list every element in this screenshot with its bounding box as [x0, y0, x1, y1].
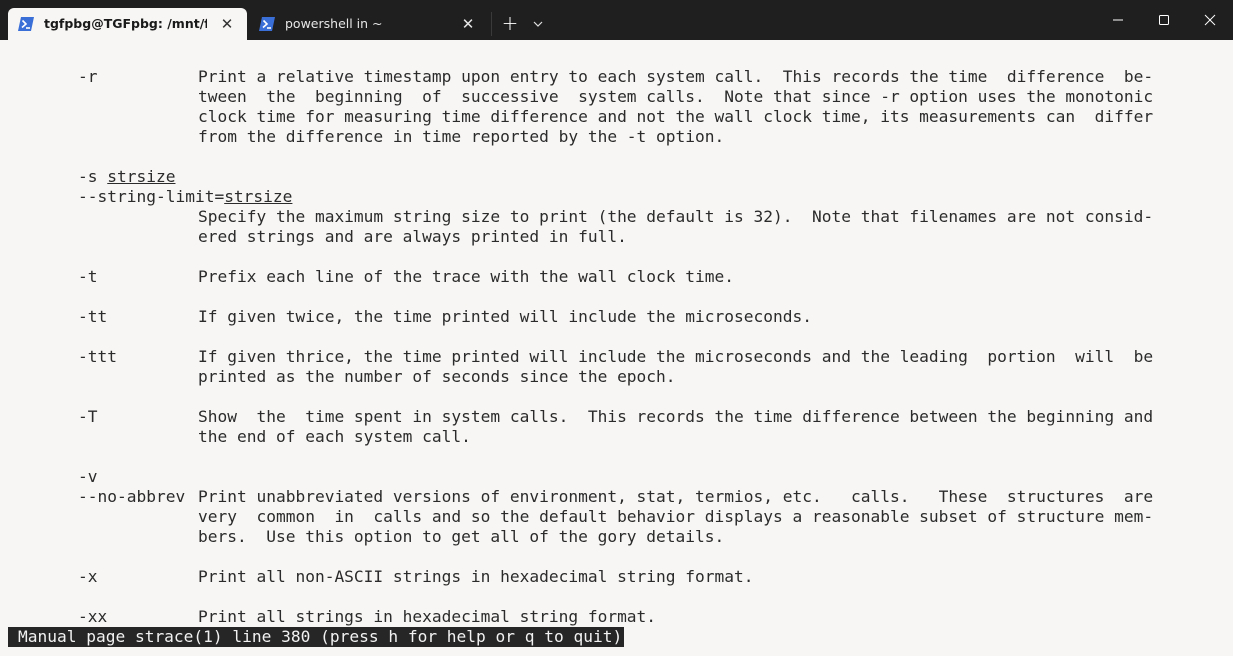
- option-description-line: the end of each system call.: [198, 427, 471, 446]
- minimize-button[interactable]: [1095, 0, 1141, 40]
- option-flag: -x: [78, 567, 98, 586]
- option-flag: -r: [78, 67, 98, 86]
- option-description-line: very common in calls and so the default …: [198, 507, 1154, 526]
- maximize-button[interactable]: [1141, 0, 1187, 40]
- window-close-button[interactable]: [1187, 0, 1233, 40]
- tab-close-icon[interactable]: ✕: [460, 16, 476, 32]
- option-description-line: Show the time spent in system calls. Thi…: [198, 407, 1154, 426]
- option-description-line: tween the beginning of successive system…: [198, 87, 1154, 106]
- option-description-line: If given thrice, the time printed will i…: [198, 347, 1154, 366]
- tab-wsl-session[interactable]: tgfpbg@TGFpbg: /mnt/f/Code ✕: [8, 8, 247, 40]
- option-description-line: Print all non-ASCII strings in hexadecim…: [198, 567, 754, 586]
- close-icon: [1204, 14, 1216, 26]
- option-description-line: from the difference in time reported by …: [198, 127, 725, 146]
- tab-title: powershell in ~: [285, 16, 383, 31]
- option-argument: strsize: [224, 187, 293, 206]
- minimize-icon: [1113, 19, 1123, 21]
- terminal-viewport[interactable]: -r Print a relative timestamp upon entry…: [0, 40, 1233, 656]
- option-flag: -v: [78, 467, 98, 486]
- option-description-line: Prefix each line of the trace with the w…: [198, 267, 735, 286]
- maximize-icon: [1159, 15, 1169, 25]
- tab-close-icon[interactable]: ✕: [219, 16, 235, 32]
- option-flag-long: --no-abbrev: [78, 487, 186, 506]
- title-bar: tgfpbg@TGFpbg: /mnt/f/Code ✕ powershell …: [0, 0, 1233, 40]
- option-flag: -t: [78, 267, 98, 286]
- tab-separator: [491, 12, 492, 36]
- powershell-icon: [18, 17, 34, 31]
- tab-dropdown-button[interactable]: [528, 14, 548, 34]
- option-description-line: Print all strings in hexadecimal string …: [198, 607, 657, 626]
- option-flag: -tt: [78, 307, 108, 326]
- option-description-line: printed as the number of seconds since t…: [198, 367, 676, 386]
- option-description-line: Print unabbreviated versions of environm…: [198, 487, 1154, 506]
- powershell-icon: [259, 17, 275, 31]
- option-flag: -ttt: [78, 347, 117, 366]
- option-description-line: clock time for measuring time difference…: [198, 107, 1154, 126]
- option-flag: -s strsize: [78, 167, 176, 186]
- option-description-line: bers. Use this option to get all of the …: [198, 527, 725, 546]
- option-description-line: If given twice, the time printed will in…: [198, 307, 812, 326]
- option-flag: -xx: [78, 607, 108, 626]
- option-description-line: Print a relative timestamp upon entry to…: [198, 67, 1154, 86]
- option-argument: strsize: [107, 167, 176, 186]
- option-description-line: ered strings and are always printed in f…: [198, 227, 627, 246]
- option-flag: -T: [78, 407, 98, 426]
- chevron-down-icon: [533, 21, 543, 27]
- option-description-line: Specify the maximum string size to print…: [198, 207, 1154, 226]
- tab-title: tgfpbg@TGFpbg: /mnt/f/Code: [44, 16, 207, 31]
- pager-status-bar: Manual page strace(1) line 380 (press h …: [8, 627, 625, 647]
- tab-powershell[interactable]: powershell in ~ ✕: [249, 8, 485, 40]
- new-tab-button[interactable]: +: [498, 12, 522, 36]
- option-flag-long: --string-limit=strsize: [78, 187, 293, 206]
